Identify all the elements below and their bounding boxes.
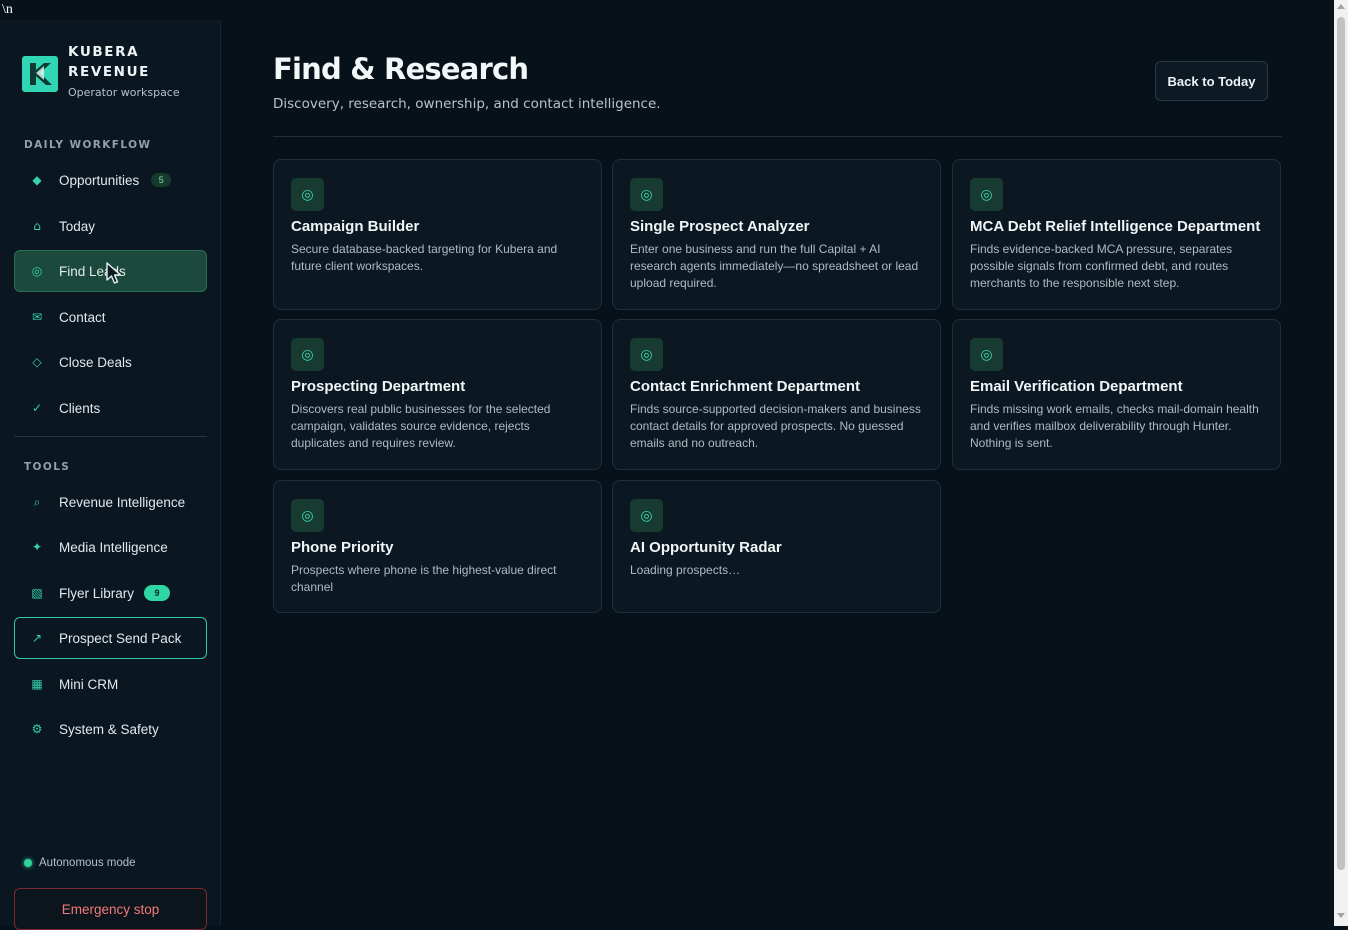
card-title: Email Verification Department [970, 378, 1183, 395]
vertical-scrollbar[interactable] [1334, 0, 1348, 926]
sidebar-item-prospect-send-pack[interactable]: ↗ Prospect Send Pack [14, 617, 207, 659]
autonomous-mode-label: Autonomous mode [39, 857, 136, 869]
page-subtitle: Discovery, research, ownership, and cont… [273, 96, 661, 112]
sidebar-item-clients[interactable]: ✓ Clients [14, 387, 207, 429]
page-title: Find & Research [273, 52, 529, 86]
target-icon: ◎ [291, 338, 324, 371]
sidebar-item-system-safety[interactable]: ⚙ System & Safety [14, 708, 207, 750]
check-icon: ✓ [31, 401, 43, 415]
sidebar-item-label: Opportunities [59, 172, 140, 188]
card-description: Prospects where phone is the highest-val… [291, 563, 557, 594]
sidebar-item-label: Contact [59, 309, 106, 325]
card-title: Phone Priority [291, 539, 394, 556]
card-email-verification[interactable]: ◎ Email Verification Department Finds mi… [952, 319, 1281, 470]
header-divider [273, 136, 1282, 137]
daily-workflow-label: DAILY WORKFLOW [24, 139, 152, 151]
scrollbar-thumb[interactable] [1337, 17, 1345, 870]
card-description: Loading prospects… [630, 563, 741, 577]
diamond-outline-icon: ◇ [32, 355, 42, 369]
card-description: Enter one business and run the full Capi… [630, 242, 919, 290]
card-title: Single Prospect Analyzer [630, 218, 810, 235]
sidebar-item-label: Today [59, 218, 96, 234]
mouse-cursor-icon [106, 262, 122, 284]
sidebar-item-label: Prospect Send Pack [59, 630, 182, 646]
target-icon: ◎ [970, 178, 1003, 211]
home-icon: ⌂ [33, 219, 41, 233]
target-icon: ◎ [291, 178, 324, 211]
main-content: Find & Research Discovery, research, own… [222, 20, 1334, 926]
sidebar-item-contact[interactable]: ✉ Contact [14, 296, 207, 338]
card-title: Campaign Builder [291, 218, 420, 235]
sidebar-item-label: Revenue Intelligence [59, 494, 186, 510]
sidebar-item-label: System & Safety [59, 721, 159, 737]
scroll-down-arrow-icon[interactable] [1337, 913, 1345, 918]
card-description: Finds evidence-backed MCA pressure, sepa… [970, 242, 1233, 290]
diamond-filled-icon: ◆ [32, 173, 42, 187]
sidebar-divider [14, 436, 207, 437]
target-icon: ◎ [630, 178, 663, 211]
kubera-logo-icon [22, 56, 58, 92]
mail-icon: ✉ [31, 310, 43, 324]
search-icon: ⌕ [33, 494, 41, 509]
sidebar: KUBERA REVENUE Operator workspace DAILY … [0, 20, 221, 930]
grid-icon: ▦ [31, 677, 43, 691]
sidebar-item-label: Mini CRM [59, 676, 119, 692]
flyer-count-badge: 9 [144, 585, 171, 601]
sidebar-item-label: Media Intelligence [59, 539, 168, 555]
brand[interactable]: KUBERA REVENUE Operator workspace [22, 42, 180, 99]
stray-text: \n [2, 2, 13, 17]
sidebar-item-revenue-intelligence[interactable]: ⌕ Revenue Intelligence [14, 481, 207, 523]
card-mca-debt-relief[interactable]: ◎ MCA Debt Relief Intelligence Departmen… [952, 159, 1281, 310]
back-to-today-button[interactable]: Back to Today [1155, 61, 1268, 101]
card-description: Discovers real public businesses for the… [291, 402, 551, 450]
arrow-up-right-icon: ↗ [31, 631, 43, 645]
card-description: Finds missing work emails, checks mail-d… [970, 402, 1259, 450]
card-phone-priority[interactable]: ◎ Phone Priority Prospects where phone i… [273, 480, 602, 613]
app-root: KUBERA REVENUE Operator workspace DAILY … [0, 20, 1334, 930]
card-ai-opportunity-radar[interactable]: ◎ AI Opportunity Radar Loading prospects… [612, 480, 941, 613]
target-icon: ◎ [291, 499, 324, 532]
card-description: Finds source-supported decision-makers a… [630, 402, 921, 450]
sidebar-item-opportunities[interactable]: ◆ Opportunities 5 [14, 159, 207, 201]
card-title: Contact Enrichment Department [630, 378, 861, 395]
target-icon: ◎ [630, 338, 663, 371]
sidebar-item-close-deals[interactable]: ◇ Close Deals [14, 341, 207, 383]
sidebar-item-label: Flyer Library [59, 585, 135, 601]
sidebar-item-mini-crm[interactable]: ▦ Mini CRM [14, 663, 207, 705]
sidebar-item-today[interactable]: ⌂ Today [14, 205, 207, 247]
card-title: Prospecting Department [291, 378, 466, 395]
gear-icon: ⚙ [31, 722, 43, 736]
card-prospecting-department[interactable]: ◎ Prospecting Department Discovers real … [273, 319, 602, 470]
card-campaign-builder[interactable]: ◎ Campaign Builder Secure database-backe… [273, 159, 602, 310]
card-single-prospect-analyzer[interactable]: ◎ Single Prospect Analyzer Enter one bus… [612, 159, 941, 310]
target-icon: ◎ [31, 264, 43, 278]
card-contact-enrichment[interactable]: ◎ Contact Enrichment Department Finds so… [612, 319, 941, 470]
brand-subtitle: Operator workspace [68, 86, 180, 99]
card-title: MCA Debt Relief Intelligence Department [970, 218, 1261, 235]
target-icon: ◎ [970, 338, 1003, 371]
image-icon: ▧ [31, 586, 43, 600]
autonomous-mode-status: Autonomous mode [24, 857, 136, 869]
sidebar-item-media-intelligence[interactable]: ✦ Media Intelligence [14, 526, 207, 568]
card-title: AI Opportunity Radar [630, 539, 782, 556]
sidebar-item-label: Clients [59, 400, 101, 416]
target-icon: ◎ [630, 499, 663, 532]
emergency-stop-button[interactable]: Emergency stop [14, 888, 207, 930]
sidebar-item-label: Close Deals [59, 354, 132, 370]
tools-label: TOOLS [24, 461, 71, 473]
card-description: Secure database-backed targeting for Kub… [291, 242, 558, 273]
sparkle-icon: ✦ [31, 540, 43, 554]
count-badge: 5 [151, 173, 172, 187]
brand-name: KUBERA REVENUE [68, 44, 150, 80]
status-dot-icon [24, 859, 32, 867]
scroll-up-arrow-icon[interactable] [1337, 4, 1345, 9]
sidebar-item-flyer-library[interactable]: ▧ Flyer Library 9 [14, 572, 207, 614]
